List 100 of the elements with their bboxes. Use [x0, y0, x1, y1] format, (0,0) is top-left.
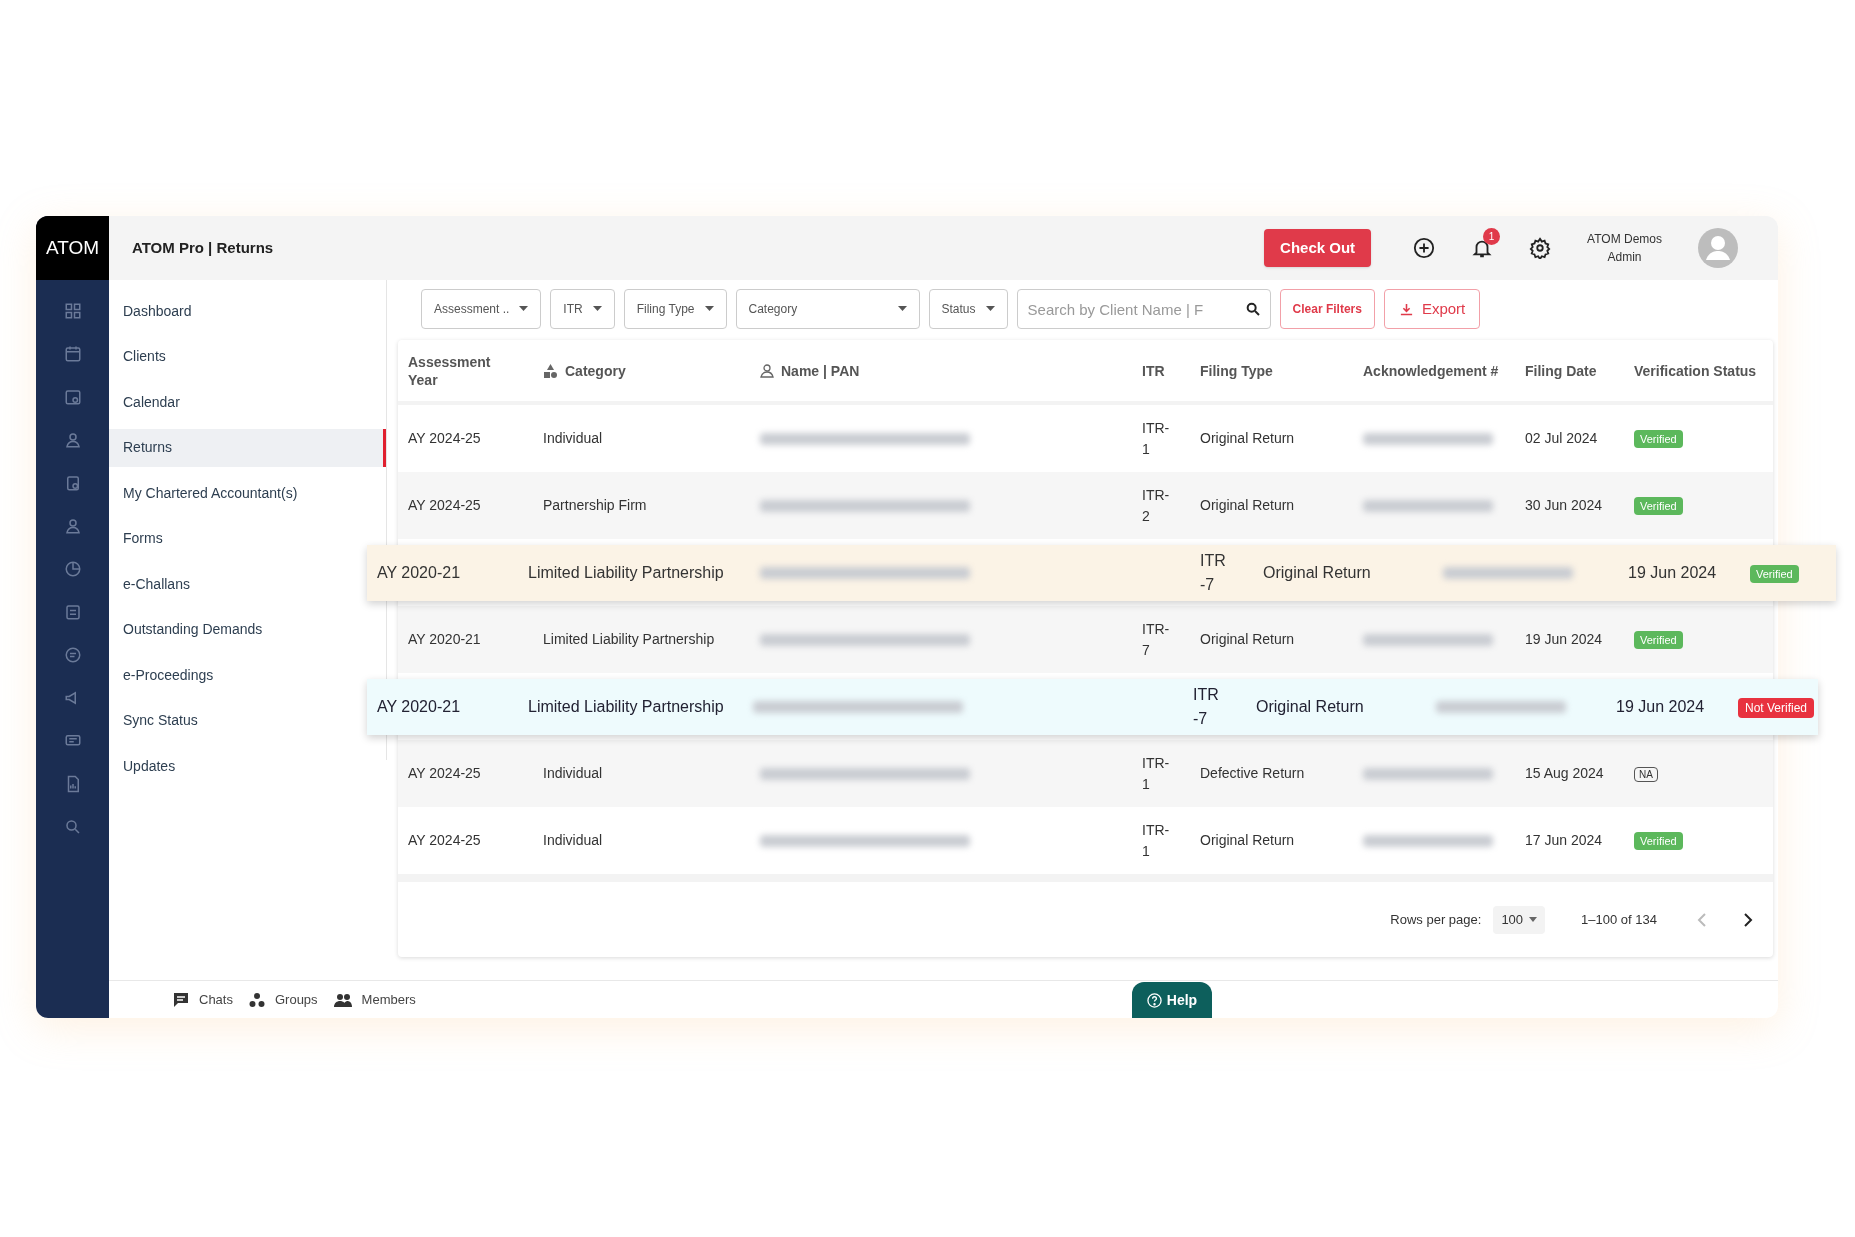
- table-cell: Original Return: [1200, 832, 1295, 848]
- caret-icon: [592, 306, 602, 312]
- help-icon: [1146, 992, 1162, 1008]
- status-badge: Verified: [1750, 564, 1799, 583]
- table-cell: Limited Liability Partnership: [528, 697, 724, 715]
- nav-item[interactable]: Updates: [109, 747, 359, 785]
- shapes-icon: [543, 363, 558, 378]
- avatar-icon[interactable]: [1698, 228, 1738, 268]
- column-header[interactable]: Verification Status: [1634, 361, 1757, 380]
- column-header[interactable]: Category: [565, 361, 626, 380]
- person-icon[interactable]: [63, 517, 82, 535]
- nav-item[interactable]: My Chartered Accountant(s): [109, 474, 359, 512]
- chat-icon[interactable]: [173, 991, 189, 1008]
- nav-item[interactable]: e-Proceedings: [109, 656, 359, 694]
- table-cell: 02 Jul 2024: [1525, 430, 1598, 446]
- notification-count-badge: 1: [1483, 228, 1501, 245]
- nav-item[interactable]: Dashboard: [109, 292, 359, 330]
- search-icon[interactable]: [1244, 301, 1261, 317]
- table-cell: 17 Jun 2024: [1525, 832, 1603, 848]
- table-cell: AY 2020-21: [408, 631, 481, 647]
- table-cell: Original Return: [1200, 430, 1295, 446]
- footer-link[interactable]: Groups: [274, 989, 318, 1010]
- table-cell: Partnership Firm: [543, 497, 647, 513]
- export-button[interactable]: Export: [1383, 289, 1481, 329]
- nav-item[interactable]: Sync Status: [109, 701, 359, 740]
- caret-icon: [519, 306, 529, 312]
- rows-per-page-select[interactable]: 100: [1493, 905, 1546, 934]
- rows-per-page-label: Rows per page:: [1390, 910, 1482, 929]
- footer-link[interactable]: Members: [361, 989, 416, 1010]
- caret-icon: [1529, 916, 1538, 923]
- search-field[interactable]: Search by Client Name | F: [1016, 289, 1271, 329]
- caret-icon: [897, 306, 907, 312]
- group-icon[interactable]: [248, 991, 265, 1008]
- filter-dropdown[interactable]: Assessment ..: [421, 289, 542, 329]
- table-cell: 19 Jun 2024: [1628, 563, 1717, 581]
- table-cell: Original Return: [1200, 497, 1295, 513]
- table-cell: AY 2024-25: [408, 497, 481, 513]
- column-header[interactable]: Filing Type: [1200, 361, 1273, 380]
- table-cell: 19 Jun 2024: [1525, 631, 1603, 647]
- filter-dropdown[interactable]: Category: [735, 289, 920, 329]
- table-cell: ITR-7: [1142, 620, 1170, 658]
- page-range: 1–100 of 134: [1581, 910, 1657, 929]
- table-cell: AY 2020-21: [377, 697, 461, 715]
- column-header[interactable]: ITR: [1142, 361, 1165, 380]
- table-cell: ITR-1: [1142, 754, 1170, 792]
- filter-dropdown[interactable]: ITR: [550, 289, 615, 329]
- nav-item[interactable]: Clients: [109, 337, 359, 376]
- nav-item[interactable]: Forms: [109, 519, 359, 558]
- nav-item[interactable]: Returns: [109, 428, 386, 467]
- caret-icon: [985, 306, 995, 312]
- table-cell: ITR-1: [1142, 821, 1170, 859]
- user-name: ATOM Demos: [1587, 231, 1662, 248]
- previous-page-icon[interactable]: [1697, 912, 1707, 927]
- column-header[interactable]: Filing Date: [1525, 361, 1597, 380]
- person-icon[interactable]: [63, 431, 82, 449]
- check-out-button[interactable]: Check Out: [1264, 229, 1372, 267]
- table-cell: Original Return: [1256, 697, 1364, 715]
- user-role: Admin: [1607, 249, 1642, 266]
- nav-item[interactable]: Calendar: [109, 383, 359, 421]
- app-logo: ATOM: [36, 216, 109, 280]
- table-cell: AY 2024-25: [408, 765, 481, 781]
- status-badge: Verified: [1634, 430, 1683, 448]
- footer-link[interactable]: Chats: [199, 989, 233, 1010]
- help-button[interactable]: Help: [1132, 982, 1212, 1018]
- column-header[interactable]: Name | PAN: [781, 361, 860, 380]
- filter-dropdown[interactable]: Status: [928, 289, 1008, 329]
- status-badge: Verified: [1634, 497, 1683, 515]
- table-cell: AY 2024-25: [408, 832, 481, 848]
- settings-icon[interactable]: [1529, 237, 1552, 259]
- nav-item[interactable]: Outstanding Demands: [109, 610, 359, 649]
- nav-item[interactable]: e-Challans: [109, 565, 359, 603]
- highlighted-row[interactable]: AY 2020-21 Limited Liability Partnership ITR-7 Original Return 19 Jun 2024 Not Verified: [367, 678, 1818, 735]
- column-header[interactable]: Acknowledgement #: [1363, 361, 1499, 380]
- table-cell: Original Return: [1200, 631, 1295, 647]
- table-cell: Individual: [543, 765, 603, 781]
- table-cell: 30 Jun 2024: [1525, 497, 1603, 513]
- grid-icon[interactable]: [63, 302, 82, 320]
- table-cell: Limited Liability Partnership: [543, 631, 715, 647]
- table-cell: ITR-1: [1142, 419, 1170, 457]
- status-badge: Verified: [1634, 631, 1683, 649]
- people-icon[interactable]: [333, 992, 352, 1007]
- clear-filters-button[interactable]: Clear Filters: [1279, 289, 1375, 329]
- column-header[interactable]: Assessment Year: [408, 352, 523, 389]
- table-cell: Defective Return: [1200, 765, 1305, 781]
- table-cell: Individual: [543, 832, 603, 848]
- status-badge: Not Verified: [1738, 697, 1815, 718]
- person-icon: [760, 363, 774, 378]
- filter-dropdown[interactable]: Filing Type: [623, 289, 727, 329]
- table-cell: ITR-7: [1193, 685, 1219, 727]
- table-cell: 19 Jun 2024: [1616, 697, 1705, 715]
- table-cell: AY 2020-21: [377, 563, 461, 581]
- download-icon: [1398, 301, 1414, 317]
- checklist-icon[interactable]: [63, 603, 82, 621]
- table-cell: Limited Liability Partnership: [528, 563, 724, 581]
- pie-chart-icon[interactable]: [63, 560, 82, 578]
- status-badge: Verified: [1634, 832, 1683, 850]
- table-cell: Original Return: [1263, 563, 1371, 581]
- next-page-icon[interactable]: [1743, 912, 1753, 927]
- highlighted-row[interactable]: AY 2020-21 Limited Liability Partnership ITR-7 Original Return 19 Jun 2024 Verified: [367, 544, 1836, 601]
- add-icon[interactable]: [1413, 237, 1436, 259]
